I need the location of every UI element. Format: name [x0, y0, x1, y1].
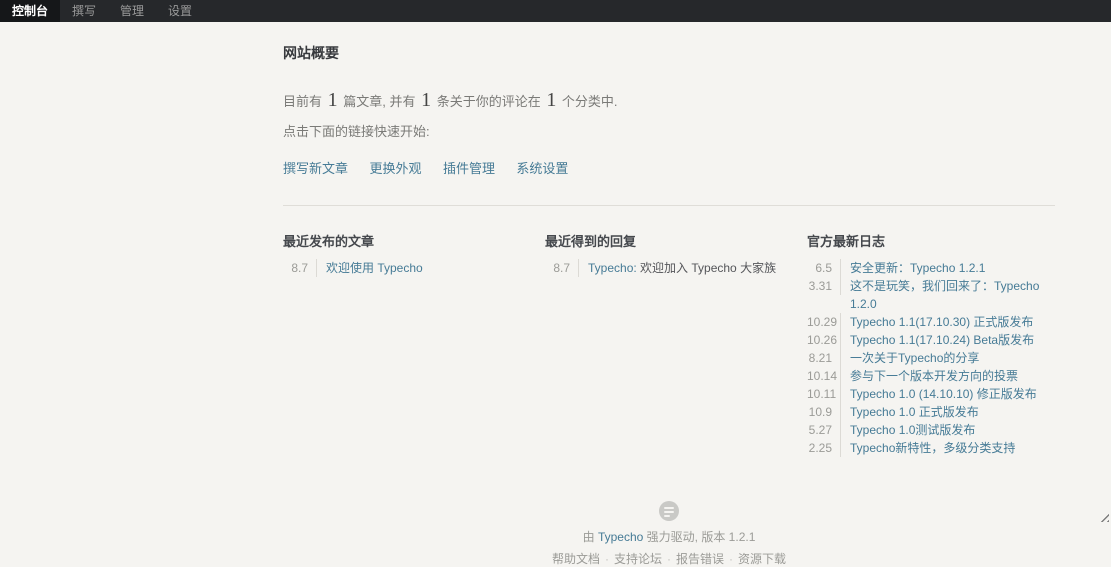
- list-item: 8.7 Typecho: 欢迎加入 Typecho 大家族: [545, 259, 807, 277]
- list-item: 8.7 欢迎使用 Typecho: [283, 259, 545, 277]
- news-link[interactable]: Typecho新特性，多级分类支持: [850, 439, 1015, 457]
- post-count: 1: [327, 89, 338, 111]
- list-item: 10.14 参与下一个版本开发方向的投票: [807, 367, 1055, 385]
- list-item: 8.21 一次关于Typecho的分享: [807, 349, 1055, 367]
- footer-link-help-docs[interactable]: 帮助文档: [552, 552, 600, 566]
- column-title-recent-comments: 最近得到的回复: [545, 234, 637, 249]
- nav-item-manage[interactable]: 管理: [108, 0, 156, 22]
- list-item: 10.11 Typecho 1.0 (14.10.10) 修正版发布: [807, 385, 1055, 403]
- quick-link-system-settings[interactable]: 系统设置: [516, 161, 568, 176]
- nav-item-console[interactable]: 控制台: [0, 0, 61, 22]
- item-date: 10.29: [807, 313, 841, 331]
- news-link[interactable]: 参与下一个版本开发方向的投票: [850, 367, 1018, 385]
- page-title: 网站概要: [283, 45, 339, 61]
- quick-link-new-post[interactable]: 撰写新文章: [283, 161, 348, 176]
- list-item: 10.26 Typecho 1.1(17.10.24) Beta版发布: [807, 331, 1055, 349]
- bullet-separator: ·: [729, 552, 734, 566]
- item-date: 10.26: [807, 331, 841, 349]
- footer-links: 帮助文档 · 支持论坛 · 报告错误 · 资源下载: [283, 550, 1055, 567]
- footer-link-report-bug[interactable]: 报告错误: [676, 552, 724, 566]
- item-date: 10.9: [807, 403, 841, 421]
- stats-text: 个分类中.: [558, 94, 618, 109]
- comment-entry: Typecho: 欢迎加入 Typecho 大家族: [588, 259, 776, 277]
- footer-link-resources[interactable]: 资源下载: [738, 552, 786, 566]
- item-date: 8.7: [545, 259, 579, 277]
- quick-link-change-theme[interactable]: 更换外观: [369, 161, 421, 176]
- footer-link-support-forum[interactable]: 支持论坛: [614, 552, 662, 566]
- list-item: 2.25 Typecho新特性，多级分类支持: [807, 439, 1055, 457]
- recent-posts-column: 最近发布的文章 8.7 欢迎使用 Typecho: [283, 231, 545, 457]
- news-link[interactable]: 这不是玩笑，我们回来了：Typecho 1.2.0: [850, 277, 1055, 313]
- list-item: 3.31 这不是玩笑，我们回来了：Typecho 1.2.0: [807, 277, 1055, 313]
- item-date: 10.11: [807, 385, 841, 403]
- news-link[interactable]: Typecho 1.0 (14.10.10) 修正版发布: [850, 385, 1037, 403]
- item-date: 2.25: [807, 439, 841, 457]
- news-link[interactable]: Typecho 1.1(17.10.30) 正式版发布: [850, 313, 1033, 331]
- recent-comments-column: 最近得到的回复 8.7 Typecho: 欢迎加入 Typecho 大家族: [545, 231, 807, 457]
- item-date: 6.5: [807, 259, 841, 277]
- resize-grip-icon[interactable]: [1097, 510, 1109, 522]
- official-news-column: 官方最新日志 6.5 安全更新：Typecho 1.2.1 3.31 这不是玩笑…: [807, 231, 1055, 457]
- news-link[interactable]: 一次关于Typecho的分享: [850, 349, 979, 367]
- top-nav: 控制台 撰写 管理 设置: [0, 0, 1111, 22]
- powered-text: 由: [582, 530, 598, 544]
- footer: 由 Typecho 强力驱动, 版本 1.2.1 帮助文档 · 支持论坛 · 报告错误 ·…: [283, 501, 1055, 567]
- list-item: 6.5 安全更新：Typecho 1.2.1: [807, 259, 1055, 277]
- stats-text: 条关于你的评论在: [433, 94, 545, 109]
- site-stats: 目前有 1 篇文章, 并有 1 条关于你的评论在 1 个分类中.: [283, 89, 1055, 112]
- news-link[interactable]: Typecho 1.1(17.10.24) Beta版发布: [850, 331, 1034, 349]
- typecho-site-link[interactable]: Typecho: [598, 530, 643, 544]
- news-link[interactable]: 安全更新：Typecho 1.2.1: [850, 259, 985, 277]
- quickstart-hint: 点击下面的链接快速开始:: [283, 124, 430, 139]
- powered-by: 由 Typecho 强力驱动, 版本 1.2.1: [283, 528, 1055, 545]
- category-count: 1: [546, 89, 557, 111]
- column-title-recent-posts: 最近发布的文章: [283, 234, 375, 249]
- quick-links: 撰写新文章 更换外观 插件管理 系统设置: [283, 158, 1055, 178]
- quick-link-plugin-manage[interactable]: 插件管理: [443, 161, 495, 176]
- stats-text: 目前有: [283, 94, 326, 109]
- comment-author-link[interactable]: Typecho:: [588, 261, 637, 275]
- item-date: 8.21: [807, 349, 841, 367]
- stats-text: 篇文章, 并有: [339, 94, 420, 109]
- item-date: 5.27: [807, 421, 841, 439]
- typecho-logo-icon: [659, 501, 679, 521]
- item-date: 8.7: [283, 259, 317, 277]
- item-date: 10.14: [807, 367, 841, 385]
- news-link[interactable]: Typecho 1.0 正式版发布: [850, 403, 979, 421]
- comment-count: 1: [421, 89, 432, 111]
- bullet-separator: ·: [604, 552, 609, 566]
- bullet-separator: ·: [667, 552, 671, 566]
- column-title-official-news: 官方最新日志: [807, 234, 886, 249]
- comment-text: 欢迎加入 Typecho 大家族: [636, 261, 777, 275]
- nav-item-write[interactable]: 撰写: [60, 0, 108, 22]
- nav-item-settings[interactable]: 设置: [156, 0, 204, 22]
- version-text: 强力驱动, 版本 1.2.1: [643, 530, 756, 544]
- dashboard-columns: 最近发布的文章 8.7 欢迎使用 Typecho 最近得到的回复 8.7 Typ…: [283, 206, 1055, 457]
- item-date: 3.31: [807, 277, 841, 295]
- list-item: 5.27 Typecho 1.0测试版发布: [807, 421, 1055, 439]
- news-link[interactable]: Typecho 1.0测试版发布: [850, 421, 975, 439]
- post-link[interactable]: 欢迎使用 Typecho: [326, 259, 423, 277]
- list-item: 10.9 Typecho 1.0 正式版发布: [807, 403, 1055, 421]
- dashboard-content: 网站概要 目前有 1 篇文章, 并有 1 条关于你的评论在 1 个分类中. 点击…: [283, 22, 1055, 567]
- list-item: 10.29 Typecho 1.1(17.10.30) 正式版发布: [807, 313, 1055, 331]
